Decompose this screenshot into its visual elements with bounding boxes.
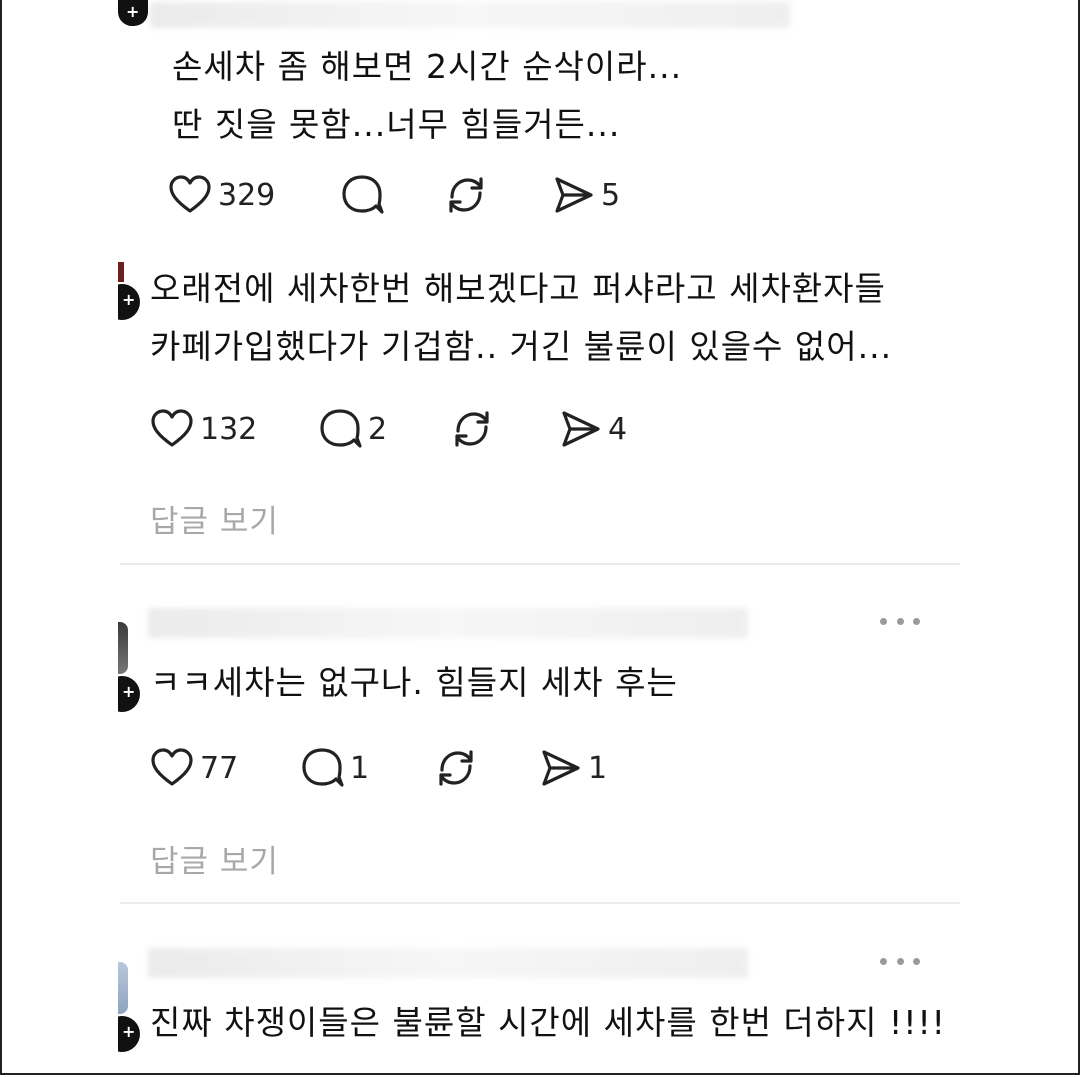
send-icon [555, 177, 593, 213]
speech-bubble-icon [320, 409, 362, 448]
heart-icon [151, 409, 193, 447]
avatar[interactable]: + [118, 0, 148, 32]
like-count: 77 [200, 750, 239, 786]
repost-arrows-icon [439, 750, 473, 786]
speech-bubble-icon [302, 748, 344, 787]
repost-arrows-icon [455, 411, 489, 447]
share-button[interactable]: 4 [556, 399, 627, 459]
like-count: 329 [218, 177, 276, 213]
like-count: 132 [200, 411, 258, 447]
share-button[interactable]: 5 [549, 165, 620, 225]
comment-line: 진짜 차쟁이들은 불륜할 시간에 세차를 한번 더하지 !!!! [150, 1003, 946, 1042]
username-blur [150, 2, 790, 28]
comment-1-text: 손세차 좀 해보면 2시간 순삭이라... 딴 짓을 못함...너무 힘들거든.… [172, 38, 682, 154]
share-count: 5 [601, 177, 621, 213]
like-button[interactable]: 77 [148, 738, 238, 798]
comment-line: 카페가입했다가 기겁함.. 거긴 불륜이 있을수 없어... [150, 327, 893, 366]
divider [120, 902, 960, 904]
divider [120, 563, 960, 565]
repost-button[interactable] [448, 399, 496, 459]
avatar[interactable]: + [118, 622, 148, 714]
more-dots-icon [880, 957, 887, 965]
avatar[interactable]: + [118, 262, 148, 324]
comment-3-text: ㅋㅋ세차는 없구나. 힘들지 세차 후는 [150, 654, 678, 712]
reply-button[interactable] [338, 165, 386, 225]
comment-line: ㅋㅋ세차는 없구나. 힘들지 세차 후는 [150, 663, 678, 702]
comment-2-text: 오래전에 세차한번 해보겠다고 퍼샤라고 세차환자들 카페가입했다가 기겁함..… [150, 260, 892, 376]
repost-button[interactable] [442, 165, 490, 225]
send-icon [542, 750, 580, 786]
view-replies-link[interactable]: 답글 보기 [150, 836, 279, 881]
username-blur [148, 608, 748, 638]
like-button[interactable]: 329 [166, 165, 275, 225]
reply-count: 2 [368, 411, 388, 447]
more-dots-icon [880, 617, 887, 625]
username-blur [148, 948, 748, 978]
reply-button[interactable]: 1 [298, 738, 369, 798]
comment-2-actions: 132 2 4 [148, 399, 668, 459]
comment-line: 손세차 좀 해보면 2시간 순삭이라... [172, 47, 683, 86]
heart-icon [151, 748, 193, 786]
repost-button[interactable] [432, 738, 480, 798]
share-count: 4 [608, 411, 628, 447]
share-button[interactable]: 1 [536, 738, 607, 798]
avatar[interactable]: + [118, 962, 148, 1054]
heart-icon [169, 175, 211, 213]
speech-bubble-icon [342, 175, 384, 214]
send-icon [562, 411, 600, 447]
comment-line: 딴 짓을 못함...너무 힘들거든... [172, 105, 621, 144]
more-options-button[interactable] [880, 956, 920, 966]
reply-button[interactable]: 2 [316, 399, 387, 459]
view-replies-link[interactable]: 답글 보기 [150, 496, 279, 541]
like-button[interactable]: 132 [148, 399, 257, 459]
share-count: 1 [588, 750, 608, 786]
comment-4-text: 진짜 차쟁이들은 불륜할 시간에 세차를 한번 더하지 !!!! [150, 994, 946, 1052]
comment-1-actions: 329 5 [166, 165, 666, 225]
reply-count: 1 [350, 750, 370, 786]
comment-3-actions: 77 1 1 [148, 738, 648, 798]
more-options-button[interactable] [880, 616, 920, 626]
comment-line: 오래전에 세차한번 해보겠다고 퍼샤라고 세차환자들 [150, 269, 886, 308]
repost-arrows-icon [449, 177, 483, 213]
